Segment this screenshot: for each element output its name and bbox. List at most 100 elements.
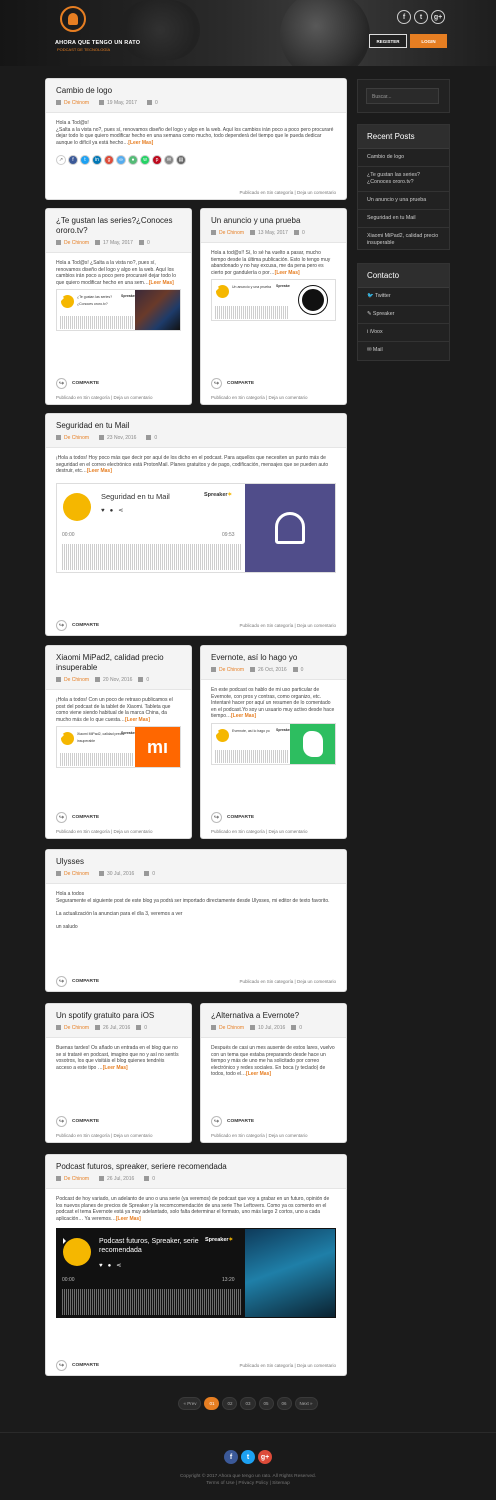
read-more-link[interactable]: [Leer Mas]: [116, 1216, 141, 1222]
spreaker-player[interactable]: Podcast futuros, Spreaker, serie recomen…: [56, 1228, 336, 1319]
read-more-link[interactable]: [Leer Mas]: [231, 713, 256, 719]
read-more-link[interactable]: [Leer Mas]: [275, 270, 300, 276]
spreaker-player[interactable]: Evernote, así lo hago yo Spreaker✶: [211, 722, 336, 765]
recent-post-link[interactable]: Seguridad en tu Mail: [358, 210, 449, 228]
login-button[interactable]: LOGIN: [410, 34, 447, 48]
contact-spreaker[interactable]: ✎ Spreaker: [358, 306, 449, 324]
twitter-icon[interactable]: t: [241, 1450, 255, 1464]
page-link[interactable]: 02: [222, 1397, 238, 1410]
google-plus-icon[interactable]: g+: [258, 1450, 272, 1464]
post-title[interactable]: Podcast futuros, spreaker, seriere recom…: [56, 1162, 336, 1172]
twitter-share-icon[interactable]: t: [80, 155, 90, 166]
prev-page-button[interactable]: « Prev: [178, 1397, 202, 1410]
share-toggle-icon[interactable]: ↗: [56, 155, 66, 166]
google-plus-icon[interactable]: g+: [431, 10, 445, 24]
page-link[interactable]: 05: [258, 1397, 274, 1410]
post-author[interactable]: De Chinom: [64, 100, 89, 106]
post-title[interactable]: Evernote, así lo hago yo: [211, 653, 336, 663]
register-button[interactable]: REGISTER: [369, 34, 407, 48]
chat-share-icon[interactable]: ●: [128, 155, 138, 166]
post-author[interactable]: De Chinom: [219, 230, 244, 236]
post-footer[interactable]: Publicado en Sin categoría | Deja un com…: [211, 829, 307, 834]
share-button[interactable]: ↪ COMPARTE: [56, 378, 99, 389]
pinterest-share-icon[interactable]: p: [152, 155, 162, 166]
post-title[interactable]: Cambio de logo: [56, 86, 336, 96]
post-footer[interactable]: Publicado en Sin categoría | Deja un com…: [240, 1363, 336, 1368]
page-link[interactable]: 06: [276, 1397, 292, 1410]
post-title[interactable]: Xiaomi MiPad2, calidad precio insuperabl…: [56, 653, 181, 673]
facebook-share-icon[interactable]: f: [68, 155, 78, 166]
spreaker-player[interactable]: ¿Te gustan las series?¿Conoces ororo.tv?…: [56, 289, 181, 332]
share-button[interactable]: ↪ COMPARTE: [56, 1360, 99, 1371]
contact-mail[interactable]: ✉ Mail: [358, 342, 449, 359]
read-more-link[interactable]: [Leer Mas]: [149, 280, 174, 286]
audio-waveform[interactable]: [60, 316, 133, 330]
post-author[interactable]: De Chinom: [64, 240, 89, 246]
play-button[interactable]: [63, 1238, 91, 1267]
next-page-button[interactable]: Next »: [294, 1397, 318, 1410]
twitter-icon[interactable]: t: [414, 10, 428, 24]
audio-waveform[interactable]: [62, 1289, 242, 1316]
search-input[interactable]: Buscar...: [366, 88, 439, 104]
post-author[interactable]: De Chinom: [64, 677, 89, 683]
share-button[interactable]: ↪ COMPARTE: [56, 976, 99, 987]
player-controls[interactable]: ♥ ● ⋖: [101, 508, 123, 515]
share-button[interactable]: ↪ COMPARTE: [211, 812, 254, 823]
play-button[interactable]: [61, 732, 74, 746]
linkedin-share-icon[interactable]: in: [92, 155, 102, 166]
contact-ivoox[interactable]: i iVoox: [358, 324, 449, 342]
read-more-link[interactable]: [Leer Mas]: [103, 1065, 128, 1071]
share-button[interactable]: ↪ COMPARTE: [211, 1116, 254, 1127]
facebook-icon[interactable]: f: [397, 10, 411, 24]
post-author[interactable]: De Chinom: [219, 667, 244, 673]
post-title[interactable]: ¿Te gustan las series?¿Conoces ororo.tv?: [56, 216, 181, 236]
post-footer[interactable]: Publicado en Sin categoría | Deja un com…: [240, 623, 336, 628]
contact-twitter[interactable]: 🐦 Twitter: [358, 288, 449, 306]
audio-waveform[interactable]: [60, 753, 133, 767]
spreaker-player[interactable]: Xiaomi MiPad2, calidad precio insuperabl…: [56, 726, 181, 769]
post-title[interactable]: Un spotify gratuito para iOS: [56, 1011, 181, 1021]
post-footer[interactable]: Publicado en Sin categoría | Deja un com…: [240, 190, 336, 195]
play-button[interactable]: [63, 492, 91, 521]
share-button[interactable]: ↪ COMPARTE: [211, 378, 254, 389]
post-title[interactable]: Ulysses: [56, 857, 336, 867]
post-footer[interactable]: Publicado en Sin categoría | Deja un com…: [211, 395, 307, 400]
post-author[interactable]: De Chinom: [64, 1025, 89, 1031]
play-button[interactable]: [216, 285, 229, 299]
read-more-link[interactable]: [Leer Mas]: [246, 1071, 271, 1077]
site-logo[interactable]: AHORA QUE TENGO UN RATO PODCAST DE TECNO…: [55, 6, 140, 54]
page-link[interactable]: 03: [240, 1397, 256, 1410]
post-author[interactable]: De Chinom: [64, 871, 89, 877]
whatsapp-share-icon[interactable]: w: [140, 155, 150, 166]
google-share-icon[interactable]: g: [104, 155, 114, 166]
post-footer[interactable]: Publicado en Sin categoría | Deja un com…: [56, 1133, 152, 1138]
post-footer[interactable]: Publicado en Sin categoría | Deja un com…: [211, 1133, 307, 1138]
recent-post-link[interactable]: Un anuncio y una prueba: [358, 192, 449, 210]
player-controls[interactable]: ♥ ● ⋖: [99, 1263, 121, 1270]
share-button[interactable]: ↪ COMPARTE: [56, 812, 99, 823]
recent-post-link[interactable]: Cambio de logo: [358, 149, 449, 167]
post-footer[interactable]: Publicado en Sin categoría | Deja un com…: [56, 395, 152, 400]
post-footer[interactable]: Publicado en Sin categoría | Deja un com…: [240, 979, 336, 984]
post-footer[interactable]: Publicado en Sin categoría | Deja un com…: [56, 829, 152, 834]
spreaker-player[interactable]: Seguridad en tu Mail Spreaker✶ ♥ ● ⋖ 00:…: [56, 482, 336, 573]
email-share-icon[interactable]: ✉: [164, 155, 174, 166]
post-title[interactable]: Un anuncio y una prueba: [211, 216, 336, 226]
print-share-icon[interactable]: ▤: [176, 155, 186, 166]
recent-post-link[interactable]: Xiaomi MiPad2, calidad precio insuperabl…: [358, 228, 449, 252]
post-title[interactable]: ¿Alternativa a Evernote?: [211, 1011, 336, 1021]
post-author[interactable]: De Chinom: [64, 1176, 89, 1182]
post-author[interactable]: De Chinom: [64, 435, 89, 441]
facebook-icon[interactable]: f: [224, 1450, 238, 1464]
audio-waveform[interactable]: [62, 543, 242, 570]
play-button[interactable]: [216, 728, 229, 742]
read-more-link[interactable]: [Leer Mas]: [125, 717, 150, 723]
post-author[interactable]: De Chinom: [219, 1025, 244, 1031]
spreaker-player[interactable]: Un anuncio y una prueba Spreaker✶: [211, 279, 336, 322]
share-button[interactable]: ↪ COMPARTE: [56, 1116, 99, 1127]
post-title[interactable]: Seguridad en tu Mail: [56, 421, 336, 431]
link-share-icon[interactable]: ∞: [116, 155, 126, 166]
audio-waveform[interactable]: [215, 306, 288, 320]
play-button[interactable]: [61, 295, 74, 309]
recent-post-link[interactable]: ¿Te gustan las series?¿Conoces ororo.tv?: [358, 167, 449, 192]
